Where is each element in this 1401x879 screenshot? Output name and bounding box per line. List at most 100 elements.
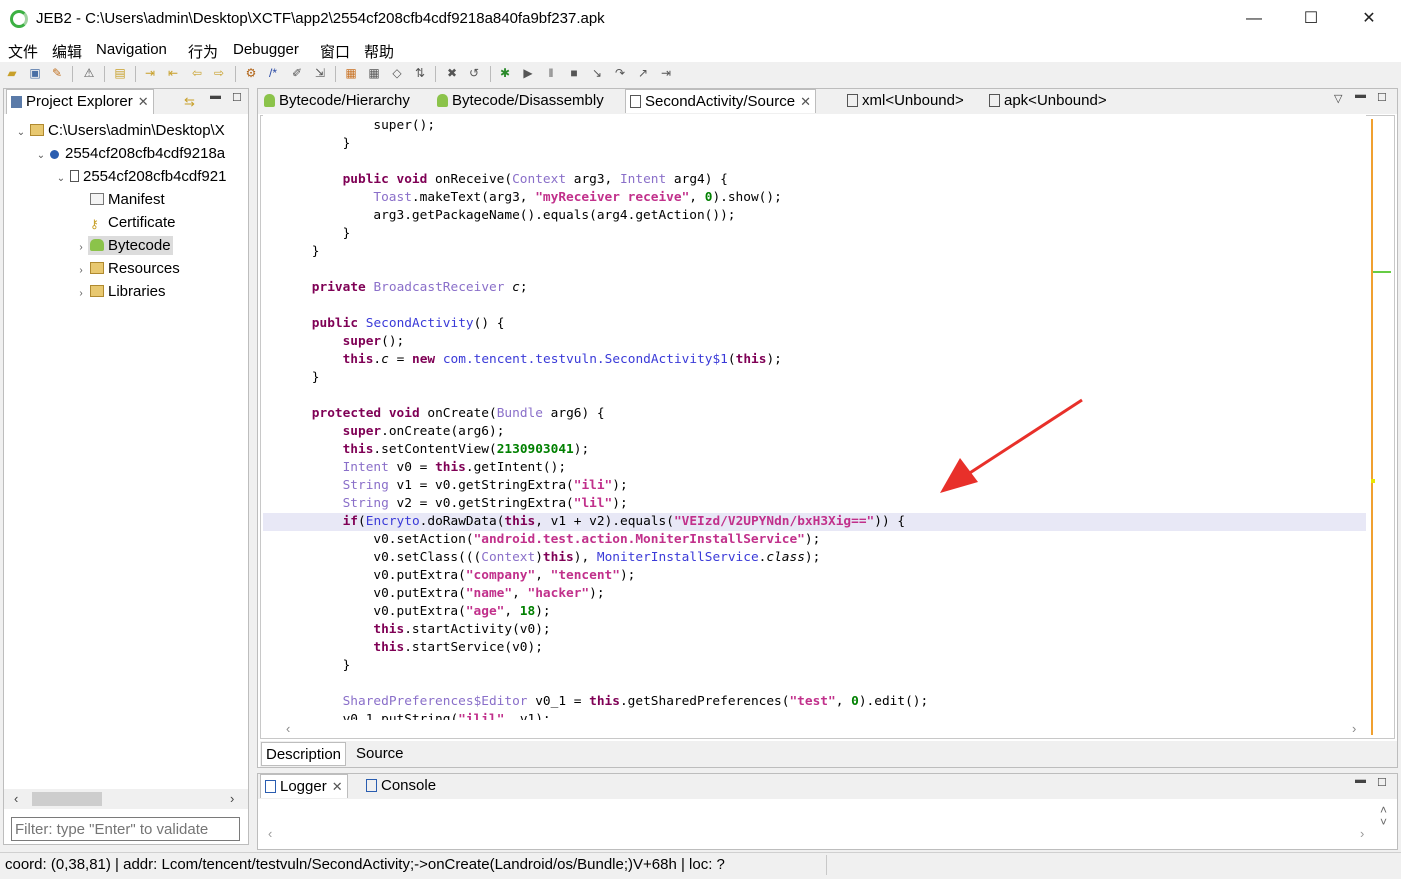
expand-icon[interactable]: ⌄ [14,122,28,144]
logger-output[interactable] [260,800,1395,849]
view-menu-icon[interactable]: ▽ [1334,92,1342,105]
code-line[interactable]: this.setContentView(2130903041); [263,441,590,459]
minimize-panel-icon[interactable]: ▬ [210,90,221,102]
menu-edit[interactable]: 编辑 [52,41,82,62]
code-line[interactable] [263,387,281,405]
filter-input[interactable] [11,817,240,841]
tree-item-apk[interactable]: ⌄ 2554cf208cfb4cdf921 [54,166,227,190]
expand-icon[interactable]: ⌄ [34,145,48,167]
scrollbar-thumb[interactable] [32,792,102,806]
code-line[interactable]: v0_1.putString("ilil", v1); [263,711,551,720]
code-line[interactable]: v0.putExtra("company", "tencent"); [263,567,635,585]
step-into-icon[interactable]: ↘ [590,67,604,80]
code-line[interactable]: } [263,225,351,243]
tab-description[interactable]: Description [261,742,347,766]
code-line[interactable]: public void onReceive(Context arg3, Inte… [263,171,728,189]
code-line[interactable] [263,261,281,279]
tab-logger[interactable]: Logger ✕ [260,774,348,798]
pause-icon[interactable]: ‖ [544,67,558,80]
stop-icon[interactable]: ■ [567,67,581,80]
tree-item-root[interactable]: ⌄ C:\Users\admin\Desktop\X [14,120,225,142]
minimize-button[interactable]: — [1226,0,1282,38]
hierarchy-icon[interactable]: ⇅ [413,67,427,80]
code-line[interactable]: this.c = new com.tencent.testvuln.Second… [263,351,782,369]
code-line[interactable]: public SecondActivity() { [263,315,505,333]
tree-item-resources[interactable]: › Resources [74,258,179,282]
code-line[interactable] [263,675,281,693]
tab-secondactivity-source[interactable]: SecondActivity/Source ✕ [625,89,816,113]
debug-icon[interactable]: ✱ [498,67,512,80]
code-line[interactable]: private BroadcastReceiver c; [263,279,528,297]
code-line[interactable]: } [263,243,320,261]
tab-xml-unbound[interactable]: xml<Unbound> [843,89,968,113]
new-folder-icon[interactable]: ▤ [113,67,127,80]
code-line[interactable] [263,297,281,315]
menu-help[interactable]: 帮助 [364,41,394,62]
tree-item-libraries[interactable]: › Libraries [74,281,165,303]
tab-console[interactable]: Console [362,774,440,798]
minimize-panel-icon[interactable]: ▬ [1355,89,1366,101]
code-line[interactable] [263,153,281,171]
xref-icon[interactable]: ◇ [390,67,404,80]
menu-file[interactable]: 文件 [8,41,38,62]
decompile-icon[interactable]: ⚙ [244,67,258,80]
code-line[interactable]: String v1 = v0.getStringExtra("ili"); [263,477,628,495]
code-line[interactable]: arg3.getPackageName().equals(arg4.getAct… [263,207,735,225]
delete-icon[interactable]: ✖ [445,67,459,80]
run-to-line-icon[interactable]: ⇥ [659,67,673,80]
expand-icon[interactable]: › [74,237,88,259]
forward-icon[interactable]: ⇨ [212,67,226,80]
refresh-icon[interactable]: ↺ [467,67,481,80]
back-icon[interactable]: ⇦ [190,67,204,80]
code-text[interactable]: super();} public void onReceive(Context a… [263,114,1366,720]
tree-item-artifact[interactable]: ⌄ 2554cf208cfb4cdf9218a [34,143,225,165]
properties-icon[interactable]: ✎ [50,67,64,80]
minimize-panel-icon[interactable]: ▬ [1355,774,1366,786]
run-icon[interactable]: ▶ [521,67,535,80]
step-out-icon[interactable]: ↗ [636,67,650,80]
tab-source[interactable]: Source [352,742,408,766]
graph-icon[interactable]: ▦ [344,67,358,80]
code-line[interactable]: this.startService(v0); [263,639,543,657]
overview-ruler[interactable] [1369,119,1393,735]
code-line[interactable]: super.onCreate(arg6); [263,423,505,441]
export-icon[interactable]: ⇤ [166,67,180,80]
code-line-highlighted[interactable]: if(Encryto.doRawData(this, v1 + v2).equa… [263,513,1366,531]
scroll-left-icon[interactable]: ‹ [268,826,272,841]
tab-bytecode-hierarchy[interactable]: Bytecode/Hierarchy [260,89,414,113]
code-line[interactable]: } [263,657,351,675]
expand-icon[interactable]: › [74,260,88,282]
code-line[interactable]: SharedPreferences$Editor v0_1 = this.get… [263,693,929,711]
rename-icon[interactable]: ✐ [290,67,304,80]
maximize-panel-icon[interactable]: ☐ [1377,91,1387,104]
import-icon[interactable]: ⇥ [143,67,157,80]
code-line[interactable]: v0.putExtra("name", "hacker"); [263,585,604,603]
code-line[interactable]: super(); [263,117,435,135]
code-line[interactable]: v0.setClass(((Context)this), MoniterInst… [263,549,820,567]
close-icon[interactable]: ✕ [800,94,811,109]
save-icon[interactable]: ▣ [28,67,42,80]
menu-debugger[interactable]: Debugger [233,41,299,58]
maximize-button[interactable]: ☐ [1283,0,1339,38]
scroll-right-icon[interactable]: › [1352,721,1356,736]
maximize-panel-icon[interactable]: ☐ [1377,776,1387,789]
scroll-right-icon[interactable]: › [1360,826,1364,841]
tree-item-manifest[interactable]: Manifest [74,189,165,211]
scroll-down-icon[interactable]: ˅ [1380,815,1387,829]
tree-item-certificate[interactable]: ⚷ Certificate [74,212,176,234]
tree-horizontal-scrollbar[interactable]: ‹ › [4,789,248,809]
scroll-right-icon[interactable]: › [230,791,234,806]
expand-icon[interactable]: ⌄ [54,168,68,190]
scroll-left-icon[interactable]: ‹ [14,791,18,806]
maximize-panel-icon[interactable]: ☐ [232,91,242,104]
close-window-button[interactable]: ✕ [1341,0,1397,38]
code-line[interactable]: } [263,369,320,387]
tree-item-bytecode[interactable]: › Bytecode [74,235,173,257]
code-line[interactable]: Intent v0 = this.getIntent(); [263,459,566,477]
scroll-left-icon[interactable]: ‹ [286,721,290,736]
step-over-icon[interactable]: ↷ [613,67,627,80]
code-line[interactable]: } [263,135,351,153]
code-line[interactable]: v0.setAction("android.test.action.Monite… [263,531,820,549]
menu-window[interactable]: 窗口 [320,41,350,62]
tab-apk-unbound[interactable]: apk<Unbound> [985,89,1111,113]
